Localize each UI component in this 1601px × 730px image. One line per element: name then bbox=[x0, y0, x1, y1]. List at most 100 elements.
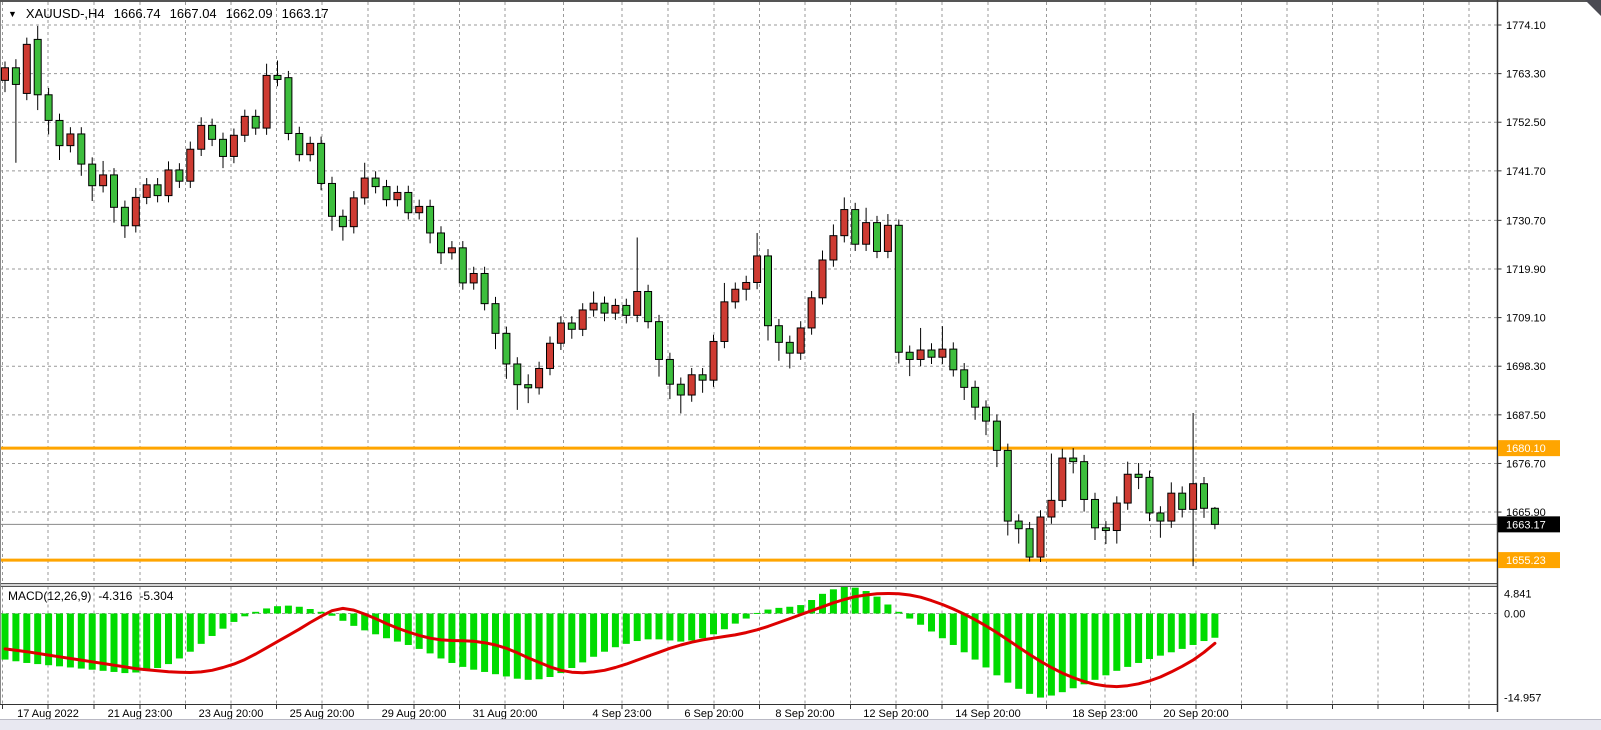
candle-bear bbox=[1201, 484, 1208, 509]
candle-bear bbox=[906, 352, 913, 359]
candle-bear bbox=[775, 326, 782, 343]
candle-bear bbox=[176, 170, 183, 181]
candle-bear bbox=[950, 349, 957, 370]
macd-histogram-bar bbox=[786, 607, 793, 614]
macd-histogram-bar bbox=[950, 614, 957, 645]
candle-bear bbox=[874, 223, 881, 252]
macd-histogram-bar bbox=[187, 614, 194, 652]
open-value: 1666.74 bbox=[114, 6, 161, 21]
candle-bear bbox=[405, 192, 412, 212]
macd-histogram-bar bbox=[721, 614, 728, 630]
macd-histogram-bar bbox=[710, 614, 717, 635]
macd-histogram-bar bbox=[339, 614, 346, 621]
macd-histogram-bar bbox=[438, 614, 445, 659]
time-axis[interactable] bbox=[0, 705, 1498, 720]
candle-bear bbox=[329, 183, 336, 216]
candle-bull bbox=[470, 273, 477, 282]
macd-histogram-bar bbox=[634, 614, 641, 642]
macd-histogram-bar bbox=[754, 613, 761, 614]
macd-histogram-bar bbox=[568, 614, 575, 669]
candle-bear bbox=[220, 139, 227, 156]
candle-bear bbox=[383, 187, 390, 200]
candle-bull bbox=[1190, 484, 1197, 510]
candle-bull bbox=[710, 341, 717, 380]
symbol-dropdown-icon[interactable]: ▼ bbox=[8, 8, 17, 19]
macd-histogram-bar bbox=[688, 614, 695, 641]
candle-bull bbox=[2, 68, 9, 81]
macd-name: MACD(12,26,9) bbox=[8, 589, 91, 603]
candle-bear bbox=[1211, 508, 1218, 524]
candle-bear bbox=[623, 305, 630, 315]
macd-histogram-bar bbox=[241, 614, 248, 617]
macd-histogram-bar bbox=[525, 614, 532, 680]
macd-histogram-bar bbox=[285, 606, 292, 614]
candle-bear bbox=[699, 375, 706, 380]
chart-canvas[interactable]: 1774.101763.301752.501741.701730.701719.… bbox=[0, 0, 1601, 730]
candle-bull bbox=[263, 75, 270, 128]
candle-bull bbox=[732, 289, 739, 302]
candle-bull bbox=[241, 116, 248, 135]
candle-bear bbox=[285, 78, 292, 134]
candle-bull bbox=[743, 282, 750, 289]
macd-histogram-bar bbox=[350, 614, 357, 626]
candle-bull bbox=[536, 368, 543, 387]
candle-bull bbox=[100, 175, 107, 186]
candle-bear bbox=[1092, 499, 1099, 527]
macd-histogram-bar bbox=[743, 614, 750, 619]
candle-bear bbox=[983, 407, 990, 421]
high-value: 1667.04 bbox=[170, 6, 217, 21]
macd-histogram-bar bbox=[1146, 614, 1153, 660]
candle-bull bbox=[394, 192, 401, 199]
macd-histogram-bar bbox=[1135, 614, 1142, 663]
macd-histogram-bar bbox=[230, 614, 237, 622]
macd-histogram-bar bbox=[732, 614, 739, 624]
candle-bull bbox=[1048, 500, 1055, 517]
candle-bear bbox=[645, 291, 652, 321]
candle-bull bbox=[634, 291, 641, 315]
candle-bear bbox=[274, 75, 281, 79]
candle-bear bbox=[1070, 458, 1077, 462]
candle-bear bbox=[78, 134, 85, 164]
candle-bear bbox=[525, 385, 532, 388]
macd-value: -4.316 bbox=[98, 589, 132, 603]
candle-bear bbox=[318, 143, 325, 183]
candle-bull bbox=[547, 343, 554, 368]
macd-histogram-bar bbox=[1201, 614, 1208, 642]
candle-bull bbox=[187, 149, 194, 181]
macd-histogram-bar bbox=[906, 614, 913, 619]
candle-bear bbox=[459, 248, 466, 283]
macd-histogram-bar bbox=[1179, 614, 1186, 649]
candle-bear bbox=[1135, 474, 1142, 477]
candle-bear bbox=[961, 370, 968, 388]
chart-background bbox=[0, 0, 1601, 730]
macd-histogram-bar bbox=[765, 610, 772, 614]
candle-bull bbox=[143, 185, 150, 198]
candle-bear bbox=[1004, 450, 1011, 521]
close-value: 1663.17 bbox=[282, 6, 329, 21]
macd-histogram-bar bbox=[656, 614, 663, 640]
macd-histogram-bar bbox=[775, 608, 782, 614]
mt4-chart-window: 1774.101763.301752.501741.701730.701719.… bbox=[0, 0, 1601, 730]
candle-bear bbox=[209, 125, 216, 139]
macd-histogram-bar bbox=[1190, 614, 1197, 645]
macd-histogram-bar bbox=[1124, 614, 1131, 667]
macd-histogram-bar bbox=[448, 614, 455, 663]
candle-bear bbox=[568, 323, 575, 329]
candle-bull bbox=[1113, 503, 1120, 530]
price-axis[interactable] bbox=[1498, 0, 1601, 704]
macd-histogram-bar bbox=[884, 605, 891, 614]
candle-bull bbox=[590, 303, 597, 310]
candle-bear bbox=[34, 39, 41, 94]
macd-histogram-bar bbox=[2, 614, 9, 660]
candle-bear bbox=[928, 350, 935, 357]
macd-histogram-bar bbox=[329, 614, 336, 616]
candle-bull bbox=[557, 323, 564, 343]
candle-bull bbox=[830, 236, 837, 260]
macd-histogram-bar bbox=[579, 614, 586, 663]
candle-bear bbox=[12, 68, 19, 85]
candle-bear bbox=[89, 164, 96, 186]
macd-histogram-bar bbox=[176, 614, 183, 659]
candle-bear bbox=[514, 364, 521, 385]
candle-bull bbox=[67, 134, 74, 146]
candle-bear bbox=[154, 185, 161, 196]
